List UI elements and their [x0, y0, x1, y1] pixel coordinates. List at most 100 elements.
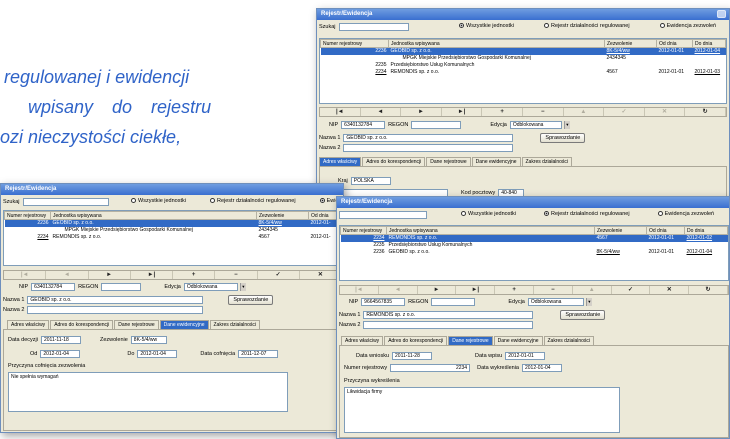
col-header[interactable]: Numer rejestrowy	[340, 226, 387, 235]
edycja-select[interactable]: Odblokowana	[527, 298, 584, 306]
filter-regulated[interactable]: Rejestr działalności regulowanej	[544, 211, 630, 217]
nazwa1-input[interactable]: GEOBID sp. z o.o.	[343, 134, 514, 142]
nav-next-button[interactable]: ►	[418, 286, 457, 294]
nav-last-button[interactable]: ►|	[442, 108, 483, 116]
search-input[interactable]	[339, 211, 427, 219]
do-input[interactable]: 2012-01-04	[137, 350, 178, 358]
chevron-down-icon[interactable]: ▼	[239, 283, 246, 291]
tab-dane-rejestrowe[interactable]: Dane rejestrowe	[426, 157, 471, 166]
nav-first-button[interactable]: |◄	[340, 286, 379, 294]
numer-input[interactable]: 2234	[390, 364, 471, 372]
filter-permits[interactable]: Ewidencja zezwoleń	[657, 211, 714, 217]
nav-prev-button[interactable]: ◄	[361, 108, 402, 116]
table-row[interactable]: 2235 Przedsiębiorstwo Usług Komunalnych	[341, 242, 728, 249]
nav-next-button[interactable]: ►	[401, 108, 442, 116]
nav-add-button[interactable]: +	[495, 286, 534, 294]
col-header[interactable]: Do dnia	[692, 39, 726, 48]
nazwa2-input[interactable]	[363, 321, 534, 329]
nav-prev-button[interactable]: ◄	[379, 286, 418, 294]
od-input[interactable]: 2012-01-04	[40, 350, 81, 358]
nav-prev-button[interactable]: ◄	[46, 271, 89, 279]
col-header[interactable]: Jednostka wpisywana	[386, 226, 595, 235]
col-header[interactable]: Zezwolenie	[604, 39, 657, 48]
tab-korespondencja[interactable]: Adres do korespondencji	[384, 336, 448, 345]
zezwolenie-input[interactable]: 8K-5/4/ww	[130, 336, 167, 344]
nav-first-button[interactable]: |◄	[4, 271, 47, 279]
sprawozdanie-button[interactable]: Sprawozdanie	[228, 295, 274, 305]
table-row[interactable]: 2235 Przedsiębiorstwo Usług Komunalnych	[321, 62, 726, 69]
nazwa2-input[interactable]	[27, 306, 204, 314]
col-header[interactable]: Jednostka wpisywana	[50, 211, 257, 220]
nav-edit-button[interactable]: ▲	[573, 286, 612, 294]
przyczyna-textarea[interactable]: Nie spełnia wymagań	[8, 372, 288, 412]
filter-regulated[interactable]: Rejestr działalności regulowanej	[544, 23, 630, 29]
nav-cancel-button[interactable]: ✕	[645, 108, 686, 116]
nav-first-button[interactable]: |◄	[320, 108, 361, 116]
filter-all[interactable]: Wszystkie jednostki	[459, 23, 514, 29]
nav-add-button[interactable]: +	[173, 271, 216, 279]
table-row[interactable]: 2234 REMONDIS sp. z o.o. 4567 2012-01-01 201…	[340, 234, 728, 242]
search-input[interactable]	[338, 23, 409, 31]
nav-refresh-button[interactable]: ↻	[689, 286, 728, 294]
nav-last-button[interactable]: ►|	[131, 271, 173, 279]
col-header[interactable]: Do dnia	[684, 226, 728, 235]
col-header[interactable]: Od dnia	[656, 39, 693, 48]
nav-refresh-button[interactable]: ↻	[685, 108, 726, 116]
tab-adres[interactable]: Adres właściwy	[7, 320, 50, 329]
data-wniosku-input[interactable]: 2011-11-28	[392, 352, 433, 360]
table-row[interactable]: 2236 GEOBID sp. z o.o. 8K-5/4/ww 2012-01-	[4, 219, 342, 227]
nip-input[interactable]: 9664567835	[361, 298, 406, 306]
filter-all[interactable]: Wszystkie jednostki	[131, 198, 186, 204]
table-row[interactable]: MPGK Miejskie Przedsiębiorstwo Gospodark…	[5, 227, 342, 234]
tab-korespondencja[interactable]: Adres do korespondencji	[362, 157, 426, 166]
nip-input[interactable]: 6340132784	[31, 283, 76, 291]
filter-permits[interactable]: Ewidencja zezwoleń	[659, 23, 716, 29]
nav-next-button[interactable]: ►	[89, 271, 131, 279]
col-header[interactable]: Zezwolenie	[256, 211, 309, 220]
tab-dane-ewidencyjne[interactable]: Dane ewidencyjne	[159, 320, 209, 329]
tab-zakres[interactable]: Zakres działalności	[543, 336, 595, 345]
tab-adres[interactable]: Adres właściwy	[319, 157, 362, 166]
regon-input[interactable]	[431, 298, 476, 306]
col-header[interactable]: Jednostka wpisywana	[388, 39, 605, 48]
nav-cancel-button[interactable]: ✕	[650, 286, 690, 294]
kraj-input[interactable]: POLSKA	[350, 177, 391, 185]
col-header[interactable]: Numer rejestrowy	[4, 211, 51, 220]
regon-input[interactable]	[101, 283, 142, 291]
nazwa2-input[interactable]	[343, 144, 514, 152]
sprawozdanie-button[interactable]: Sprawozdanie	[560, 310, 606, 320]
data-wykreslenia-input[interactable]: 2012-01-04	[521, 364, 562, 372]
filter-regulated[interactable]: Rejestr działalności regulowanej	[210, 198, 296, 204]
table-row[interactable]: MPGK Miejskie Przedsiębiorstwo Gospodark…	[321, 55, 726, 62]
col-header[interactable]: Od dnia	[646, 226, 685, 235]
nav-post-button[interactable]: ✓	[258, 271, 300, 279]
close-icon[interactable]	[717, 10, 726, 18]
nav-post-button[interactable]: ✓	[612, 286, 651, 294]
nazwa1-input[interactable]: GEOBID sp. z o.o.	[27, 296, 204, 304]
tab-dane-ewidencyjne[interactable]: Dane ewidencyjne	[471, 157, 521, 166]
nav-post-button[interactable]: ✓	[604, 108, 645, 116]
table-row[interactable]: 2236 GEOBID sp. z o.o. 8K-5/4/ww 2012-01-01…	[341, 249, 728, 256]
tab-korespondencja[interactable]: Adres do korespondencji	[50, 320, 114, 329]
nav-last-button[interactable]: ►|	[456, 286, 496, 294]
tab-zakres[interactable]: Zakres działalności	[209, 320, 261, 329]
edycja-select[interactable]: Odblokowana	[509, 121, 562, 129]
tab-dane-rejestrowe[interactable]: Dane rejestrowe	[114, 320, 159, 329]
nav-delete-button[interactable]: −	[523, 108, 564, 116]
tab-dane-ewidencyjne[interactable]: Dane ewidencyjne	[493, 336, 543, 345]
nip-input[interactable]: 6340132784	[341, 121, 386, 129]
tab-dane-rejestrowe[interactable]: Dane rejestrowe	[448, 336, 493, 345]
edycja-select[interactable]: Odblokowana	[183, 283, 238, 291]
search-input[interactable]	[22, 198, 109, 206]
regon-input[interactable]	[411, 121, 462, 129]
data-wpisu-input[interactable]: 2012-01-01	[505, 352, 546, 360]
nav-delete-button[interactable]: −	[215, 271, 258, 279]
nav-add-button[interactable]: +	[482, 108, 523, 116]
table-row[interactable]: 2234 REMONDIS sp. z o.o. 4567 2012-01-	[5, 234, 342, 241]
data-cofniecia-input[interactable]: 2011-12-07	[238, 350, 279, 358]
chevron-down-icon[interactable]: ▼	[563, 121, 570, 129]
nav-delete-button[interactable]: −	[534, 286, 573, 294]
data-decyzji-input[interactable]: 2011-11-18	[40, 336, 81, 344]
filter-all[interactable]: Wszystkie jednostki	[461, 211, 516, 217]
table-row[interactable]: 2236 GEOBID sp. z o.o. 8K-5/4/ww 2012-01-01…	[320, 47, 726, 55]
